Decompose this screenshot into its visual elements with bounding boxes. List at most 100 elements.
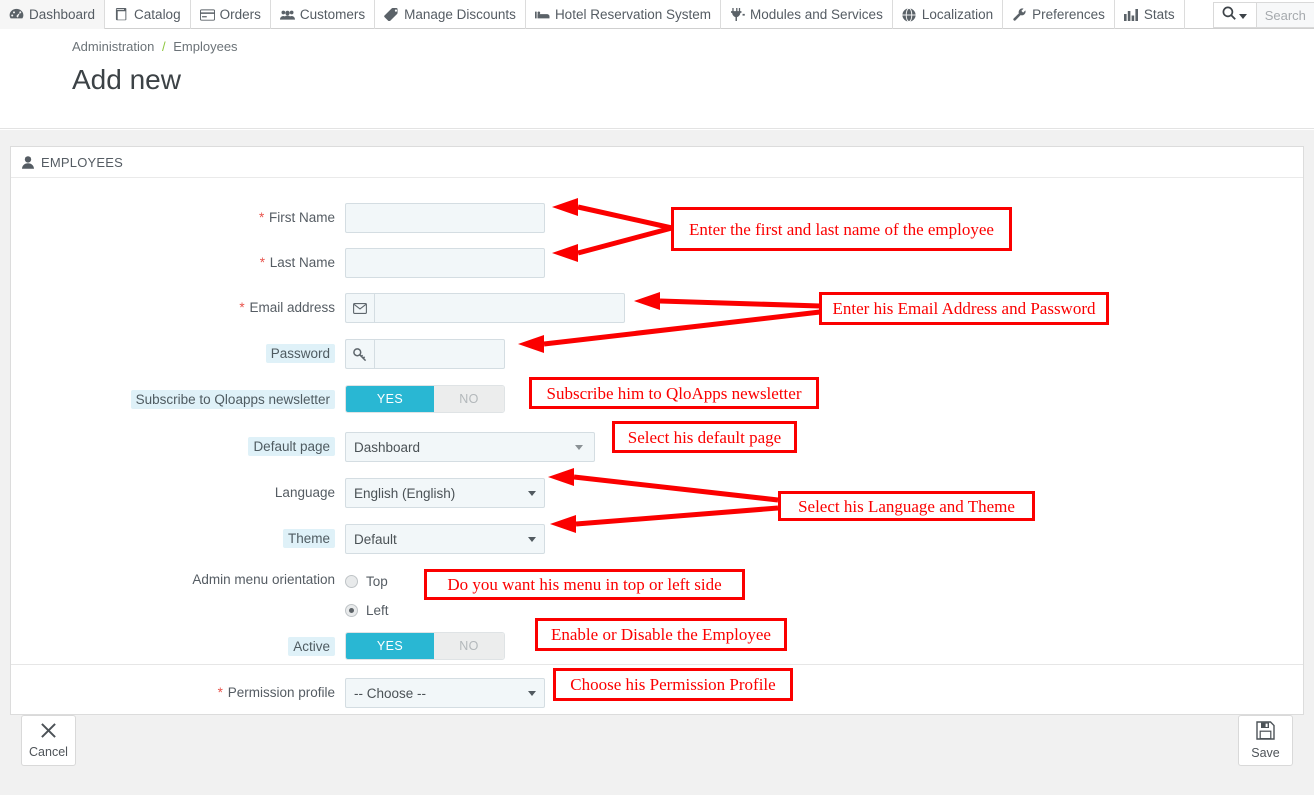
nav-item-customers[interactable]: Customers: [271, 0, 376, 29]
radio-label: Left: [366, 602, 389, 618]
nav-label: Orders: [219, 7, 261, 22]
default-page-select[interactable]: Dashboard: [345, 432, 595, 462]
breadcrumb-parent[interactable]: Administration: [72, 39, 154, 54]
nav-label: Customers: [299, 7, 366, 22]
envelope-icon: [345, 293, 374, 323]
theme-select[interactable]: Default: [345, 524, 545, 554]
required-asterisk: *: [239, 300, 245, 315]
form-row-password: Password: [11, 339, 1303, 369]
orders-icon: [199, 8, 215, 22]
label-text: Default page: [248, 437, 335, 456]
annotation-active: Enable or Disable the Employee: [535, 618, 787, 651]
radio-icon[interactable]: [345, 574, 358, 588]
form-row-theme: Theme Default: [11, 524, 1303, 554]
nav-item-preferences[interactable]: Preferences: [1003, 0, 1115, 29]
annotation-text: Enter the first and last name of the emp…: [689, 219, 994, 239]
globe-icon: [902, 7, 917, 22]
nav-label: Modules and Services: [750, 7, 883, 22]
menu-orientation-option-left[interactable]: Left: [345, 599, 389, 621]
chart-icon: [1124, 8, 1139, 22]
breadcrumb-current[interactable]: Employees: [173, 39, 237, 54]
annotation-text: Select his default page: [627, 427, 782, 447]
form-row-email: * Email address: [11, 293, 1303, 323]
newsletter-no-option[interactable]: NO: [434, 386, 504, 412]
label-text: Admin menu orientation: [192, 572, 335, 587]
menu-orientation-radios: Top Left: [345, 569, 389, 621]
annotation-text: Select his Language and Theme: [798, 496, 1015, 516]
label-text: Password: [265, 344, 335, 363]
radio-label: Top: [366, 573, 388, 589]
language-select[interactable]: English (English): [345, 478, 545, 508]
label-text: Theme: [282, 529, 335, 548]
search-scope-button[interactable]: [1212, 2, 1256, 28]
email-input-group: [345, 293, 625, 323]
nav-label: Preferences: [1032, 7, 1105, 22]
nav-item-manage-discounts[interactable]: Manage Discounts: [375, 0, 526, 29]
active-no-option[interactable]: NO: [434, 633, 504, 659]
search-icon: [1222, 6, 1236, 25]
label-text: Language: [274, 485, 335, 500]
default-page-label: Default page: [11, 432, 345, 462]
newsletter-yes-option[interactable]: YES: [346, 386, 434, 412]
theme-select-wrap: Default: [345, 524, 545, 554]
language-label: Language: [11, 478, 345, 508]
top-navigation-bar: Dashboard Catalog Orders Customers Manag…: [0, 0, 1314, 29]
annotation-text: Enter his Email Address and Password: [832, 299, 1096, 318]
save-button[interactable]: Save: [1238, 715, 1293, 766]
annotation-names: Enter the first and last name of the emp…: [671, 207, 1012, 251]
nav-item-hotel-reservation-system[interactable]: Hotel Reservation System: [526, 0, 721, 29]
language-select-wrap: English (English): [345, 478, 545, 508]
label-text: Active: [288, 637, 335, 656]
chevron-down-icon: [1238, 13, 1247, 19]
user-icon: [22, 155, 34, 169]
last-name-input[interactable]: [345, 248, 545, 278]
breadcrumb-separator: /: [162, 39, 166, 54]
tag-icon: [384, 8, 399, 22]
menu-orientation-option-top[interactable]: Top: [345, 570, 389, 592]
nav-item-stats[interactable]: Stats: [1115, 0, 1185, 29]
cancel-button[interactable]: Cancel: [21, 715, 76, 766]
email-label: * Email address: [11, 293, 345, 323]
panel-header: EMPLOYEES: [11, 147, 1303, 178]
key-icon: [345, 339, 374, 369]
password-label: Password: [11, 339, 345, 369]
email-input[interactable]: [374, 293, 625, 323]
annotation-email-password: Enter his Email Address and Password: [819, 292, 1109, 325]
password-input-group: [345, 339, 505, 369]
annotation-text: Subscribe him to QloApps newsletter: [546, 383, 802, 403]
active-toggle[interactable]: YES NO: [345, 632, 505, 660]
nav-item-localization[interactable]: Localization: [893, 0, 1004, 29]
nav-item-orders[interactable]: Orders: [191, 0, 271, 29]
breadcrumb: Administration / Employees: [72, 37, 1314, 57]
radio-icon-selected[interactable]: [345, 603, 358, 617]
bed-icon: [534, 8, 550, 22]
floppy-disk-icon: [1256, 721, 1275, 745]
annotation-text: Choose his Permission Profile: [570, 675, 776, 694]
required-asterisk: *: [259, 255, 265, 270]
nav-item-catalog[interactable]: Catalog: [105, 0, 191, 29]
book-icon: [114, 8, 129, 22]
nav-label: Manage Discounts: [404, 7, 516, 22]
menu-orientation-label: Admin menu orientation: [11, 569, 345, 591]
annotation-text: Do you want his menu in top or left side: [447, 575, 722, 594]
dashboard-icon: [9, 8, 24, 22]
cancel-button-label: Cancel: [29, 745, 68, 759]
close-x-icon: [40, 722, 57, 744]
search-input[interactable]: [1255, 2, 1314, 28]
password-input[interactable]: [374, 339, 505, 369]
label-text: First Name: [268, 210, 335, 225]
nav-item-modules-and-services[interactable]: Modules and Services: [721, 0, 893, 29]
save-button-label: Save: [1251, 746, 1280, 760]
newsletter-toggle[interactable]: YES NO: [345, 385, 505, 413]
wrench-icon: [1012, 8, 1027, 22]
default-page-select-wrap: Dashboard: [345, 432, 595, 462]
first-name-input[interactable]: [345, 203, 545, 233]
active-yes-option[interactable]: YES: [346, 633, 434, 659]
label-text: Subscribe to Qloapps newsletter: [130, 390, 335, 409]
annotation-language-theme: Select his Language and Theme: [778, 491, 1035, 521]
nav-item-dashboard[interactable]: Dashboard: [0, 0, 106, 29]
nav-label: Stats: [1143, 7, 1175, 22]
nav-label: Catalog: [134, 7, 181, 22]
last-name-label: * Last Name: [11, 248, 345, 278]
global-search: [1212, 0, 1314, 29]
